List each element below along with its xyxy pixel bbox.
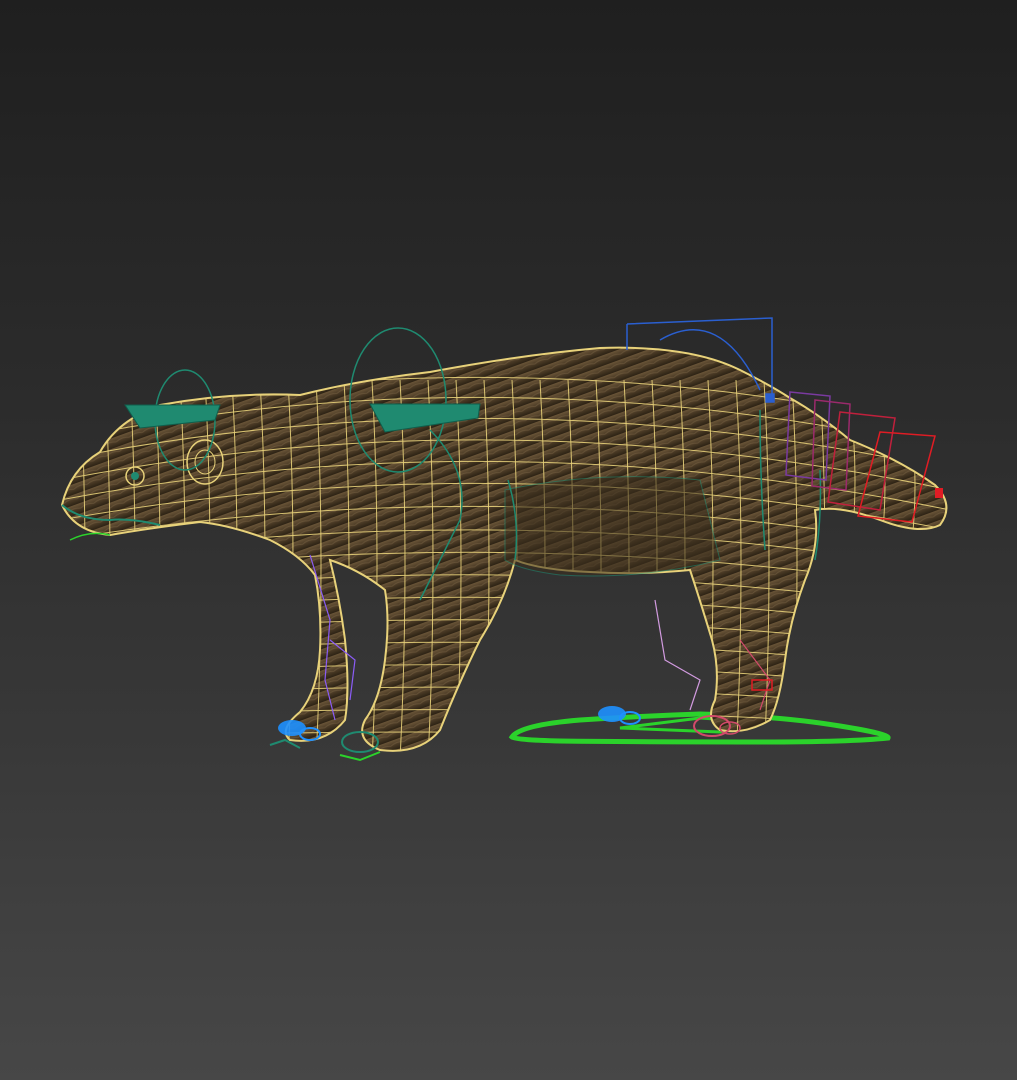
3d-viewport[interactable] [0,0,1017,1080]
tail-tip-handle[interactable] [935,488,943,498]
scene-canvas[interactable] [0,0,1017,1080]
spline-handle[interactable] [765,393,775,403]
